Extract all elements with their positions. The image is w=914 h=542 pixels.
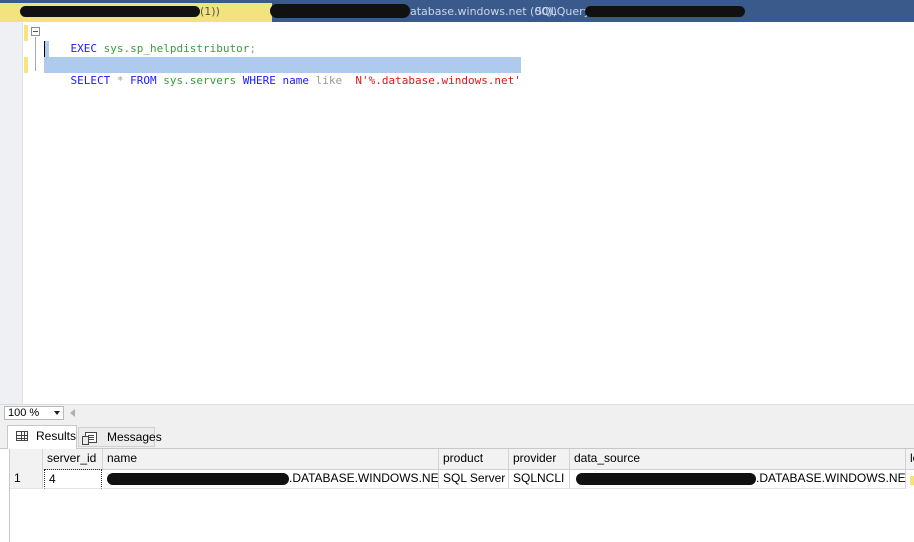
redaction-mark xyxy=(20,6,200,17)
row-header-corner[interactable] xyxy=(10,449,43,469)
column-header[interactable]: lo xyxy=(906,449,914,469)
zoom-value: 100 % xyxy=(8,407,40,419)
column-header[interactable]: provider xyxy=(509,449,570,469)
code-line-1[interactable]: EXEC sys.sp_helpdistributor; xyxy=(44,25,256,55)
results-tab-bar: Results Messages xyxy=(0,422,914,449)
change-indicator xyxy=(24,25,28,41)
code-keyword-like: like xyxy=(315,74,343,87)
table-row[interactable]: 1 4 .DATABASE.WINDOWS.NET SQL Server SQL… xyxy=(10,469,914,489)
cell-provider[interactable]: SQLNCLI xyxy=(509,469,570,489)
zoom-bar: 100 % xyxy=(0,404,914,422)
document-tab-strip: (1)) atabase.windows.net (00)) SQLQuery xyxy=(0,0,914,22)
column-header[interactable]: product xyxy=(439,449,509,469)
tab-fragment-3: SQLQuery xyxy=(535,5,591,18)
column-header[interactable]: name xyxy=(103,449,439,469)
zoom-dropdown[interactable]: 100 % xyxy=(4,406,64,420)
code-keyword-from: FROM xyxy=(130,74,157,87)
redaction-mark xyxy=(270,4,410,18)
scroll-left-icon[interactable] xyxy=(70,409,75,417)
cell-data-source-visible-text: .DATABASE.WINDOWS.NET xyxy=(756,471,906,485)
results-grid: server_id name product provider data_sou… xyxy=(9,449,914,542)
row-number[interactable]: 1 xyxy=(10,469,43,489)
tab-messages[interactable]: Messages xyxy=(78,427,162,447)
cell-data-source[interactable]: .DATABASE.WINDOWS.NET xyxy=(570,469,906,489)
code-line-3-selected[interactable]: SELECT * FROM sys.servers WHERE name lik… xyxy=(44,57,521,87)
cell-name[interactable]: .DATABASE.WINDOWS.NET xyxy=(103,469,439,489)
tab-fragment-1: (1)) xyxy=(200,5,220,18)
redaction-mark xyxy=(107,473,289,485)
code-column: name xyxy=(282,74,309,87)
code-table: sys.servers xyxy=(163,74,237,87)
messages-icon xyxy=(82,432,97,445)
cell-server-id[interactable]: 4 xyxy=(44,469,102,489)
tab-messages-label: Messages xyxy=(107,430,162,444)
redaction-mark xyxy=(585,6,745,17)
tab-results-label: Results xyxy=(36,429,77,443)
outline-guide xyxy=(35,37,36,71)
collapse-outline-icon[interactable] xyxy=(31,27,40,36)
grid-header: server_id name product provider data_sou… xyxy=(10,449,914,470)
cell-product[interactable]: SQL Server xyxy=(439,469,509,489)
column-header[interactable]: data_source xyxy=(570,449,906,469)
chevron-down-icon xyxy=(54,411,60,415)
code-keyword-select: SELECT xyxy=(70,74,111,87)
editor-margin xyxy=(0,22,23,404)
code-string-literal: N'%.database.windows.net' xyxy=(355,74,521,87)
grid-icon xyxy=(16,431,28,441)
code-keyword-where: WHERE xyxy=(242,74,276,87)
code-keyword-exec: EXEC xyxy=(70,42,98,55)
code-terminator: ; xyxy=(249,42,256,55)
code-procedure: sys.sp_helpdistributor xyxy=(103,42,250,55)
column-header[interactable]: server_id xyxy=(43,449,103,469)
redaction-mark xyxy=(576,473,756,485)
text-caret xyxy=(44,41,45,57)
tab-results[interactable]: Results xyxy=(7,425,77,449)
code-star: * xyxy=(116,74,124,87)
change-indicator xyxy=(24,57,28,73)
cell-truncated-marker xyxy=(910,476,914,485)
cell-name-visible-text: .DATABASE.WINDOWS.NET xyxy=(289,471,439,485)
query-editor[interactable]: EXEC sys.sp_helpdistributor; SELECT * FR… xyxy=(0,22,914,404)
